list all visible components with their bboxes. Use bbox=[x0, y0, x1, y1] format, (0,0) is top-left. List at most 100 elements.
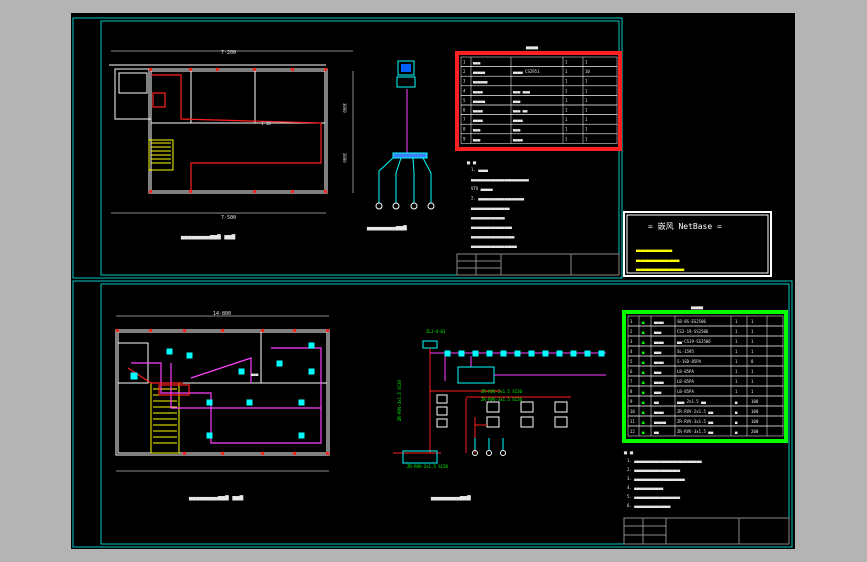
table-cell: ▄▄▄ bbox=[653, 329, 662, 334]
top-plan-right-dim: 3000 bbox=[342, 103, 347, 113]
table-cell: 1 bbox=[585, 79, 588, 84]
table-cell: 1 bbox=[751, 339, 754, 344]
table-cell: ▄▄▄ ▄▄▄ bbox=[512, 88, 530, 93]
bottom-notes-title: ▄ ▄ bbox=[623, 449, 634, 455]
table-cell: 100 bbox=[751, 399, 759, 404]
camera-icon bbox=[427, 202, 435, 210]
top-plan-right-dim-2: 3000 bbox=[342, 153, 347, 163]
table-row: 12 ▄ ▄▄ ZR-RVV-3x1.5 ▄▄ ▄ 200 bbox=[627, 425, 784, 437]
table-cell: ▄▄▄▄▄ bbox=[653, 419, 667, 424]
table-cell: 100 bbox=[751, 419, 759, 424]
note-line: 2. ▄▄▄▄▄▄▄▄▄▄▄▄▄▄▄▄▄▄▄ bbox=[471, 196, 525, 201]
table-cell: 3 bbox=[463, 79, 466, 84]
table-cell: ▄ bbox=[641, 409, 645, 414]
bottom-floor-plan bbox=[115, 315, 330, 472]
top-plan-column-marks bbox=[149, 68, 327, 193]
table-cell: 1 bbox=[565, 79, 568, 84]
table-cell: ▄▄▄ bbox=[653, 369, 662, 374]
table-cell: ▄▄ bbox=[653, 399, 659, 404]
device-icon bbox=[308, 342, 315, 349]
table-cell: ▄▄▄▄ bbox=[653, 339, 664, 344]
table-cell: ▄▄▄ ▄▄ bbox=[512, 108, 528, 113]
computer-case-icon bbox=[396, 76, 416, 88]
note-line: 2. ▄▄▄▄▄▄▄▄▄▄▄▄▄▄▄▄▄▄▄ bbox=[627, 467, 681, 472]
table-row: 2 ▄ ▄▄▄ CS2-19-SS2506 1 1 bbox=[627, 325, 784, 337]
table-cell: ▄▄▄ bbox=[653, 349, 662, 354]
table-cell: 1 bbox=[463, 60, 466, 65]
table-cell: 4 bbox=[630, 349, 633, 354]
table-cell: ▄▄▄▄▄ bbox=[472, 69, 486, 74]
camera-icon bbox=[410, 202, 418, 210]
table-row: 4 ▄ ▄▄▄ SL-1595 1 1 bbox=[627, 345, 784, 357]
table-cell: 11 bbox=[630, 419, 635, 424]
table-cell: 4 bbox=[463, 88, 466, 93]
table-cell: 1 bbox=[585, 98, 588, 103]
table-cell: ▄ bbox=[641, 339, 645, 344]
wiring-label-2: ZR-RVV-2x1.5 SC20 bbox=[481, 389, 523, 394]
table-cell: 8 bbox=[630, 389, 633, 394]
network-switch-icon bbox=[392, 152, 428, 159]
table-cell: 1 bbox=[735, 359, 738, 364]
table-row: 11 ▄ ▄▄▄▄▄ ZR-RVV-3x1.5 ▄▄ ▄ 100 bbox=[627, 415, 784, 427]
table-row: 6 ▄▄▄▄ ▄▄▄ ▄▄ 1 1 bbox=[460, 104, 618, 115]
cad-drawing-canvas: 7·200 7·500 1·30 3000 3000 ▄▄▄▄▄▄▄▄▅▅▆ ▅… bbox=[71, 13, 795, 549]
note-line: ▄▄▄▄▄▄▄▄▄▄▄▄▄▄▄▄▄ bbox=[470, 224, 513, 229]
table-cell: ▄▄▄▄ bbox=[512, 117, 523, 122]
table-cell: 1 bbox=[565, 88, 568, 93]
camera-icon bbox=[375, 202, 383, 210]
top-plan-bottom-label: 7·500 bbox=[221, 215, 236, 221]
note-line: 1. ▄▄▄▄▄▄▄▄▄▄▄▄▄▄▄▄▄▄▄▄▄▄▄▄▄▄▄▄ bbox=[627, 458, 702, 463]
table-row: 10 ▄ ▄▄▄▄ ZR-RVV-2x1.5 ▄▄ ▄ 100 bbox=[627, 405, 784, 417]
table-row: 8 ▄ ▄▄▄ LB-85PA 1 1 bbox=[627, 385, 784, 397]
table-row: 6 ▄ ▄▄▄ LB-85PA 1 1 bbox=[627, 365, 784, 377]
table-cell: 1 bbox=[585, 136, 588, 141]
bottom-plan-caption: ▄▄▄▄▄▄▄▄▅▅▆ ▅▅▆ bbox=[188, 494, 244, 501]
topology-caption: ▄▄▄▄▄▄▄▄▅▅▆ bbox=[366, 224, 407, 231]
table-cell: ▄ bbox=[641, 349, 645, 354]
table-cell: 2 bbox=[630, 329, 633, 334]
top-plan-cable bbox=[151, 74, 322, 191]
bottom-table-title: ▄▄▄▄ bbox=[690, 304, 704, 310]
table-cell: ▄ bbox=[734, 419, 738, 424]
table-cell: ▄▄▄▄ bbox=[653, 319, 664, 324]
note-line: 1. ▄▄▄▄ bbox=[471, 167, 488, 172]
device-icon bbox=[298, 432, 305, 439]
table-cell: ▄▄▄ bbox=[472, 60, 481, 65]
table-cell: 1 bbox=[751, 349, 754, 354]
table-cell: 1 bbox=[735, 389, 738, 394]
table-cell: 1 bbox=[565, 127, 568, 132]
table-cell: ▄ bbox=[641, 419, 645, 424]
device-icon bbox=[308, 368, 315, 375]
table-cell: ZR-RVV-2x1.5 ▄▄ bbox=[677, 409, 714, 414]
note-line: ▄▄▄▄▄▄▄▄▄▄▄▄▄▄▄▄▄▄▄ bbox=[470, 243, 517, 248]
table-cell: ▄ bbox=[641, 429, 645, 434]
table-cell: ▄▄▄▄ bbox=[472, 117, 483, 122]
logo-line-1: ▄▄▄▄▄▄▄▄▄▄▄▄▄▄▄ bbox=[635, 247, 673, 252]
table-row: 2 ▄▄▄▄▄ ▄▄▄▄ CS2951 1 10 bbox=[460, 66, 618, 77]
note-line: 6. ▄▄▄▄▄▄▄▄▄▄▄▄▄▄▄ bbox=[627, 503, 671, 508]
note-line: ▄▄▄▄▄▄▄▄▄▄▄▄▄▄▄▄▄▄ bbox=[470, 234, 515, 239]
table-cell: LB-85PA bbox=[677, 389, 694, 394]
table-row: 9 ▄ ▄▄ ▄▄▄ 2x1.5 ▄▄ ▄ 100 bbox=[627, 395, 784, 407]
table-cell: ▄▄▄ 2x1.5 ▄▄ bbox=[676, 399, 706, 404]
table-cell: 7 bbox=[463, 117, 466, 122]
note-line: ▄▄▄▄▄▄▄▄▄▄▄▄▄▄▄▄ bbox=[470, 205, 510, 210]
table-cell: 1 bbox=[585, 117, 588, 122]
table-cell: 3 bbox=[630, 339, 633, 344]
table-cell: ▄ bbox=[641, 389, 645, 394]
table-cell: 2 bbox=[463, 69, 466, 74]
table-cell: ▄▄-CS19-SS2506 bbox=[676, 339, 711, 344]
table-cell: 7 bbox=[630, 379, 633, 384]
table-cell: 1 bbox=[735, 339, 738, 344]
table-cell: 1 bbox=[585, 127, 588, 132]
table-cell: 1 bbox=[735, 369, 738, 374]
table-cell: ▄▄ bbox=[653, 429, 659, 434]
table-cell: 1 bbox=[565, 69, 568, 74]
table-cell: ▄▄▄▄ CS2951 bbox=[512, 69, 540, 74]
table-cell: 1 bbox=[565, 98, 568, 103]
bottom-plan-room-label: ▄▄▄ bbox=[250, 371, 259, 376]
table-cell: ▄▄▄▄ bbox=[653, 359, 664, 364]
note-line: VTU ▄▄▄▄▄ bbox=[471, 186, 493, 191]
table-cell: ▄▄▄ bbox=[512, 98, 521, 103]
table-cell: 1 bbox=[565, 117, 568, 122]
